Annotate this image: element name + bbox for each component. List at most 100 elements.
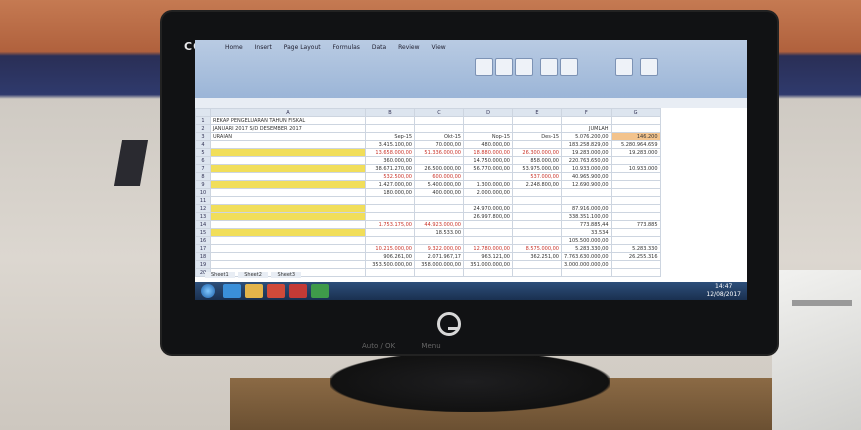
table-cell[interactable]	[210, 204, 366, 213]
table-cell[interactable]	[512, 140, 562, 149]
ribbon-button[interactable]	[640, 58, 658, 76]
table-cell[interactable]	[610, 188, 661, 197]
table-cell[interactable]	[512, 268, 562, 277]
table-cell[interactable]: 15	[195, 228, 211, 237]
table-cell[interactable]	[210, 172, 366, 181]
table-cell[interactable]: Okt-15	[414, 132, 464, 141]
ribbon-button[interactable]	[475, 58, 493, 76]
table-cell[interactable]	[210, 228, 366, 237]
table-cell[interactable]	[365, 228, 415, 237]
table-cell[interactable]: 40.965.900,00	[561, 172, 612, 181]
table-cell[interactable]: 26.255.316	[610, 252, 661, 261]
table-cell[interactable]: 18.880.000,00	[463, 148, 513, 157]
tab-review[interactable]: Review	[398, 44, 419, 51]
table-cell[interactable]: 11	[195, 196, 211, 205]
monitor-button-auto[interactable]: Auto / OK	[362, 342, 395, 350]
table-cell[interactable]	[561, 268, 612, 277]
table-cell[interactable]	[512, 188, 562, 197]
table-cell[interactable]: 19	[195, 260, 211, 269]
column-header[interactable]: G	[610, 108, 661, 117]
table-cell[interactable]	[610, 116, 661, 125]
excel-icon[interactable]	[311, 284, 329, 298]
table-cell[interactable]: 10	[195, 188, 211, 197]
table-cell[interactable]: 26.500.000,00	[414, 164, 464, 173]
table-cell[interactable]: 14.750.000,00	[463, 156, 513, 165]
table-cell[interactable]: 600.000,00	[414, 172, 464, 181]
table-cell[interactable]	[610, 204, 661, 213]
table-cell[interactable]: 353.500.000,00	[365, 260, 415, 269]
table-cell[interactable]: 3.000.000.000,00	[561, 260, 612, 269]
table-cell[interactable]	[512, 116, 562, 125]
table-cell[interactable]	[610, 196, 661, 205]
table-cell[interactable]: 2.000.000,00	[463, 188, 513, 197]
table-cell[interactable]	[210, 188, 366, 197]
table-cell[interactable]: 5.280.964.659	[610, 140, 661, 149]
table-cell[interactable]: JUMLAH	[561, 124, 612, 133]
table-cell[interactable]: 10.933.000	[610, 164, 661, 173]
table-cell[interactable]: 2.071.967,17	[414, 252, 464, 261]
table-cell[interactable]	[512, 124, 562, 133]
table-cell[interactable]	[210, 252, 366, 261]
corner-cell[interactable]	[195, 108, 211, 117]
app-icon[interactable]	[289, 284, 307, 298]
table-cell[interactable]: 10.933.000,00	[561, 164, 612, 173]
table-cell[interactable]	[210, 220, 366, 229]
table-cell[interactable]	[512, 220, 562, 229]
table-cell[interactable]: 532.500,00	[365, 172, 415, 181]
table-cell[interactable]: 6	[195, 156, 211, 165]
tab-insert[interactable]: Insert	[255, 44, 272, 51]
table-cell[interactable]: 5	[195, 148, 211, 157]
table-cell[interactable]: 180.000,00	[365, 188, 415, 197]
table-cell[interactable]: 1.300.000,00	[463, 180, 513, 189]
table-cell[interactable]: 358.000.000,00	[414, 260, 464, 269]
column-header[interactable]: D	[463, 108, 513, 117]
ribbon-button[interactable]	[515, 58, 533, 76]
table-cell[interactable]: 5.400.000,00	[414, 180, 464, 189]
table-cell[interactable]: 51.336.000,00	[414, 148, 464, 157]
table-cell[interactable]: 13	[195, 212, 211, 221]
table-cell[interactable]	[561, 188, 612, 197]
table-cell[interactable]: 9	[195, 180, 211, 189]
tab-formulas[interactable]: Formulas	[333, 44, 360, 51]
table-cell[interactable]: 18	[195, 252, 211, 261]
table-cell[interactable]	[414, 156, 464, 165]
sheet-tab[interactable]: Sheet2	[238, 272, 268, 278]
sheet-tab[interactable]: Sheet3	[271, 272, 302, 278]
table-cell[interactable]: 3.415.100,00	[365, 140, 415, 149]
table-cell[interactable]: 362.251,00	[512, 252, 562, 261]
table-cell[interactable]: 400.000,00	[414, 188, 464, 197]
table-cell[interactable]	[365, 236, 415, 245]
table-cell[interactable]: 33.534	[561, 228, 612, 237]
table-cell[interactable]: 18.533.00	[414, 228, 464, 237]
tab-view[interactable]: View	[431, 44, 445, 51]
table-cell[interactable]	[463, 196, 513, 205]
tab-home[interactable]: Home	[225, 44, 243, 51]
table-cell[interactable]: Des-15	[512, 132, 562, 141]
table-cell[interactable]: 1.753.175,00	[365, 220, 415, 229]
table-cell[interactable]: 7	[195, 164, 211, 173]
table-cell[interactable]: 360.000,00	[365, 156, 415, 165]
table-cell[interactable]	[365, 268, 415, 277]
table-cell[interactable]	[512, 228, 562, 237]
table-cell[interactable]	[610, 228, 661, 237]
table-cell[interactable]	[512, 196, 562, 205]
column-header[interactable]: E	[512, 108, 562, 117]
table-cell[interactable]: 9.322.000,00	[414, 244, 464, 253]
table-cell[interactable]	[414, 268, 464, 277]
table-cell[interactable]: 906.261,00	[365, 252, 415, 261]
table-cell[interactable]: 338.351.100,00	[561, 212, 612, 221]
table-cell[interactable]	[210, 164, 366, 173]
table-cell[interactable]: 3	[195, 132, 211, 141]
table-cell[interactable]: 858.000,00	[512, 156, 562, 165]
table-cell[interactable]	[414, 236, 464, 245]
table-cell[interactable]	[210, 236, 366, 245]
table-cell[interactable]	[210, 212, 366, 221]
table-cell[interactable]: 19.283.000,00	[561, 148, 612, 157]
table-cell[interactable]: 53.975.000,00	[512, 164, 562, 173]
table-cell[interactable]: 4	[195, 140, 211, 149]
table-cell[interactable]: 183.258.829,00	[561, 140, 612, 149]
table-cell[interactable]	[210, 180, 366, 189]
table-cell[interactable]	[610, 180, 661, 189]
table-cell[interactable]	[365, 204, 415, 213]
table-cell[interactable]	[463, 172, 513, 181]
